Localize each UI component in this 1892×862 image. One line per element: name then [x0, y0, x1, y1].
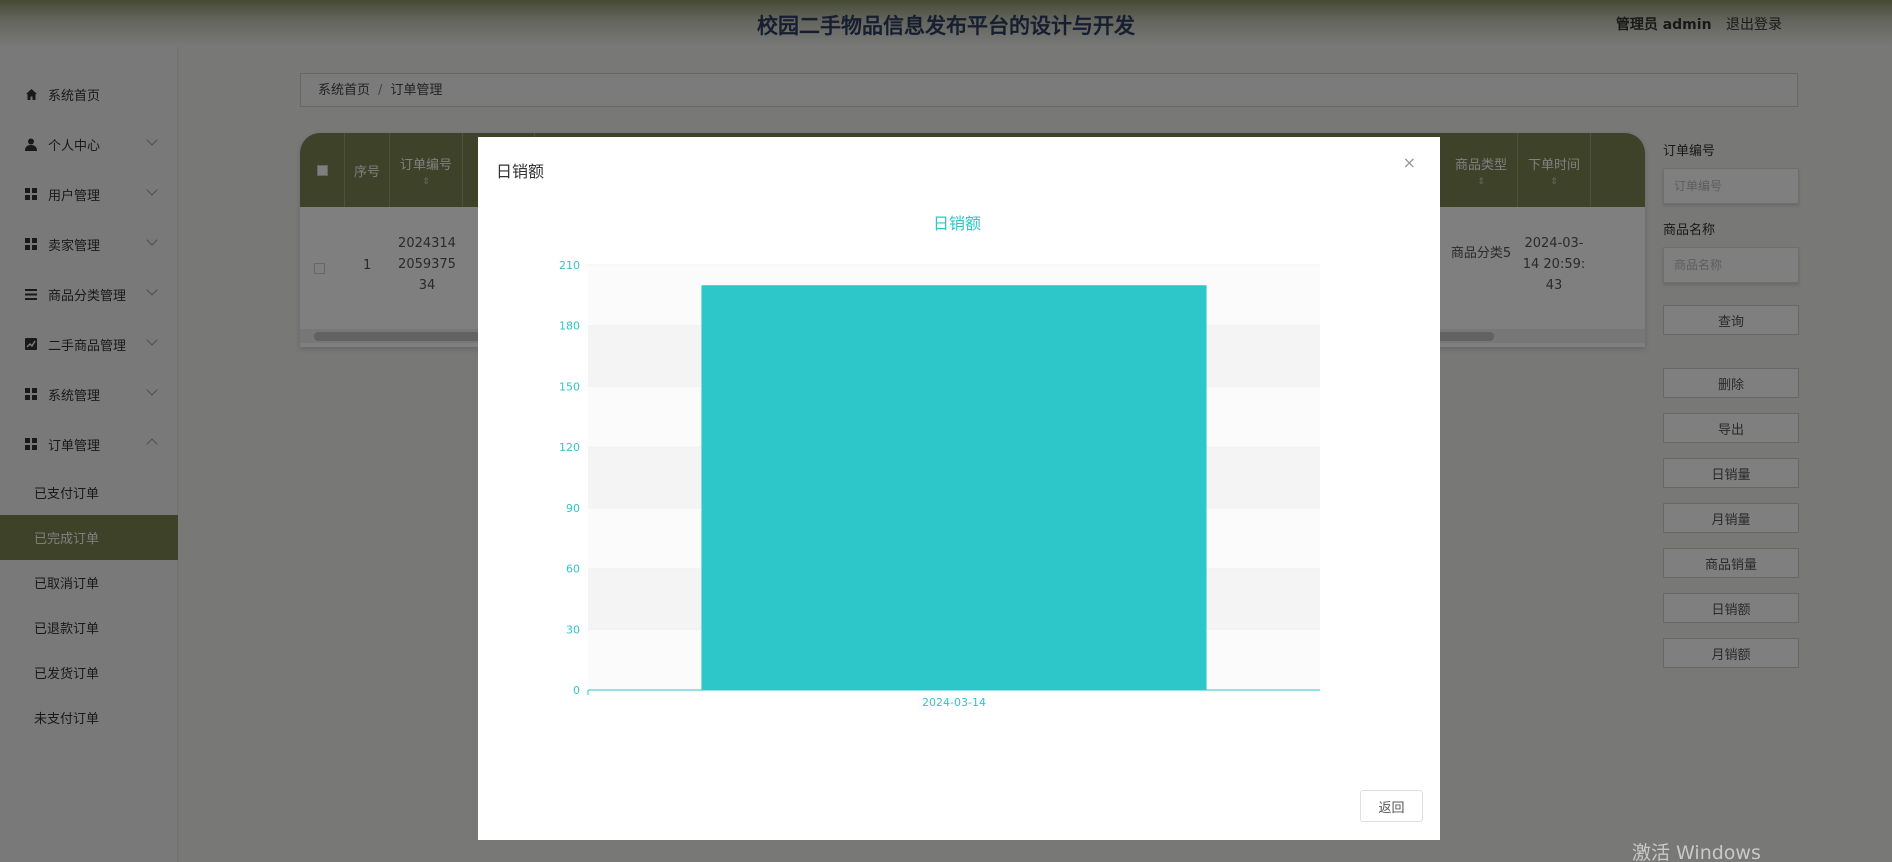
y-tick-label: 120	[559, 441, 580, 454]
y-tick-label: 30	[566, 623, 580, 636]
y-tick-label: 150	[559, 380, 580, 393]
daily-sales-chart: 日销额 0 30 60 90 120 150 180 210 2024-03-14	[559, 214, 1320, 709]
windows-activation-watermark: 激活 Windows	[1632, 842, 1761, 862]
chart-title: 日销额	[933, 214, 981, 233]
y-tick-label: 0	[573, 684, 580, 697]
y-tick-label: 210	[559, 259, 580, 272]
back-button[interactable]: 返回	[1360, 790, 1423, 822]
chart-dialog: 日销额 × 日销额 0 30 60 90 120 150 180 210 2024-03-14 返…	[478, 137, 1440, 840]
y-tick-label: 60	[566, 563, 580, 576]
bar	[701, 285, 1207, 690]
y-tick-label: 180	[559, 320, 580, 333]
y-tick-label: 90	[566, 502, 580, 515]
x-tick-label: 2024-03-14	[922, 696, 986, 709]
